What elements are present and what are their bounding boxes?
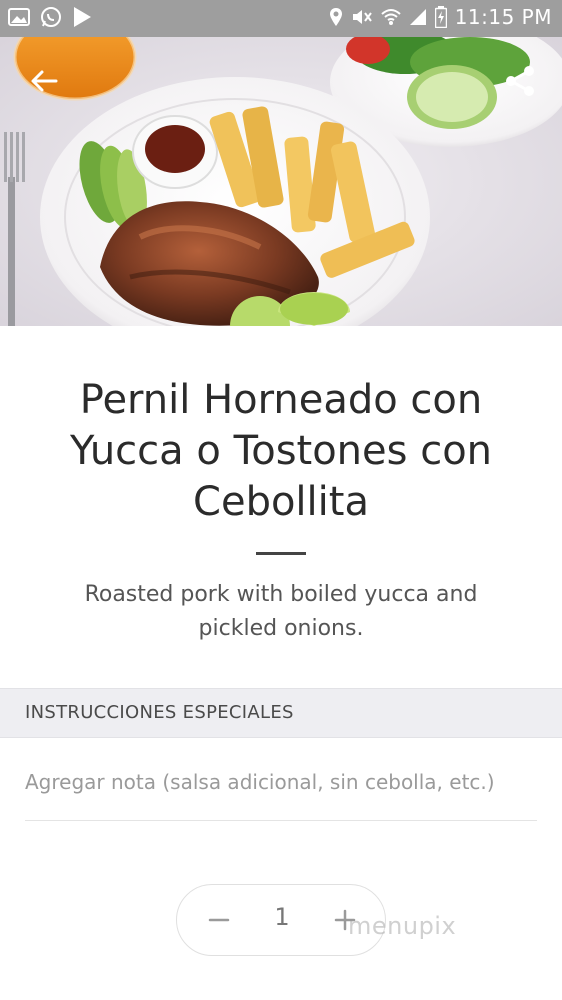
location-icon bbox=[329, 7, 343, 27]
food-photo bbox=[0, 37, 562, 326]
play-store-icon bbox=[72, 6, 92, 28]
note-underline bbox=[25, 820, 537, 821]
status-right-icons: 11:15 PM bbox=[329, 5, 552, 29]
decrease-quantity-button[interactable] bbox=[199, 899, 239, 941]
item-title: Pernil Horneado con Yucca o Tostones con… bbox=[69, 377, 493, 525]
special-instructions-input[interactable] bbox=[25, 760, 537, 804]
back-button[interactable] bbox=[26, 63, 62, 99]
title-divider bbox=[256, 552, 306, 555]
share-button[interactable] bbox=[502, 63, 538, 99]
hero-image bbox=[0, 37, 562, 326]
quantity-value: 1 bbox=[274, 903, 290, 931]
back-arrow-icon bbox=[31, 70, 58, 92]
mute-icon bbox=[351, 7, 373, 27]
watermark: menupix bbox=[348, 912, 457, 940]
item-description: Roasted pork with boiled yucca and pickl… bbox=[84, 582, 478, 641]
status-bar: 11:15 PM bbox=[0, 0, 562, 37]
minus-icon bbox=[208, 918, 230, 922]
special-instructions-header: INSTRUCCIONES ESPECIALES bbox=[0, 688, 562, 738]
status-time: 11:15 PM bbox=[454, 5, 552, 29]
battery-charging-icon bbox=[434, 6, 447, 28]
share-icon bbox=[506, 66, 534, 96]
wifi-icon bbox=[381, 8, 401, 26]
signal-icon bbox=[409, 8, 427, 26]
image-icon bbox=[8, 7, 30, 27]
status-left-icons bbox=[8, 6, 92, 28]
whatsapp-icon bbox=[40, 6, 62, 28]
special-instructions-label: INSTRUCCIONES ESPECIALES bbox=[25, 702, 294, 723]
